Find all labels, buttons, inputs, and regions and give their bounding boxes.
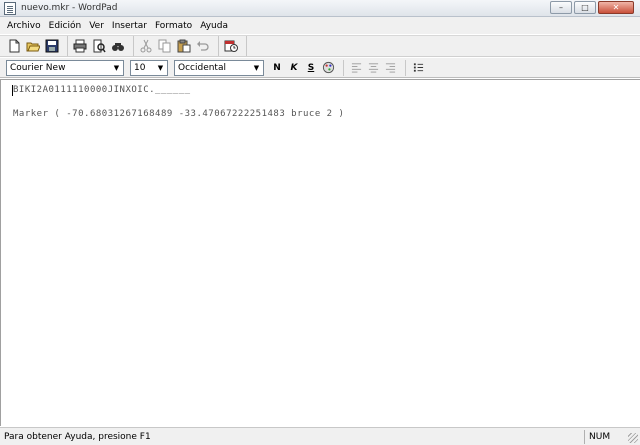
script-value: Occidental [178, 62, 226, 73]
wordpad-document-icon [4, 1, 16, 15]
maximize-button[interactable]: □ [574, 1, 596, 14]
paste-icon[interactable] [176, 38, 192, 54]
print-icon[interactable] [72, 38, 88, 54]
bullets-button[interactable] [411, 60, 425, 76]
insert-date-time-icon[interactable] [223, 38, 239, 54]
open-folder-icon[interactable] [25, 38, 41, 54]
font-name-value: Courier New [10, 62, 66, 73]
chevron-down-icon[interactable]: ▼ [110, 61, 123, 75]
palette-icon [322, 61, 334, 74]
insert-tools-group [223, 36, 247, 56]
bold-button[interactable]: N [270, 60, 284, 76]
chevron-down-icon[interactable]: ▼ [154, 61, 167, 75]
print-preview-icon[interactable] [91, 38, 107, 54]
resize-grip[interactable] [628, 433, 638, 443]
menu-ayuda[interactable]: Ayuda [196, 21, 232, 31]
menu-insertar[interactable]: Insertar [108, 21, 151, 31]
format-bar: Courier New ▼ 10 ▼ Occidental ▼ N K S [0, 58, 640, 78]
status-bar: Para obtener Ayuda, presione F1 NUM [0, 427, 640, 445]
font-size-combo[interactable]: 10 ▼ [130, 59, 168, 76]
find-icon[interactable] [110, 38, 126, 54]
menu-ver[interactable]: Ver [85, 21, 108, 31]
color-button[interactable] [321, 60, 335, 76]
separator [343, 59, 344, 76]
separator [405, 59, 406, 76]
italic-button[interactable]: K [287, 60, 301, 76]
menu-bar: Archivo Edición Ver Insertar Formato Ayu… [0, 17, 640, 34]
align-right-button[interactable] [383, 60, 397, 76]
font-size-value: 10 [134, 62, 146, 73]
cut-icon[interactable] [138, 38, 154, 54]
new-document-icon[interactable] [6, 38, 22, 54]
menu-archivo[interactable]: Archivo [3, 21, 45, 31]
save-icon[interactable] [44, 38, 60, 54]
document-line-2: Marker ( -70.68031267168489 -33.47067222… [13, 109, 345, 119]
align-right-icon [385, 63, 395, 73]
align-left-button[interactable] [349, 60, 363, 76]
window-title: nuevo.mkr - WordPad [21, 3, 118, 13]
font-name-combo[interactable]: Courier New ▼ [6, 59, 124, 76]
copy-icon[interactable] [157, 38, 173, 54]
close-button[interactable]: ✕ [598, 1, 634, 14]
align-center-icon [368, 63, 378, 73]
menu-edicion[interactable]: Edición [45, 21, 86, 31]
menu-formato[interactable]: Formato [151, 21, 196, 31]
window-controls: – □ ✕ [550, 1, 634, 14]
num-lock-indicator: NUM [584, 430, 622, 444]
document-area[interactable]: BIKI2A0111110000JINXOIC.______ Marker ( … [0, 79, 640, 426]
align-center-button[interactable] [366, 60, 380, 76]
status-help-text: Para obtener Ayuda, presione F1 [4, 431, 151, 442]
file-tools-group [6, 36, 68, 56]
undo-icon[interactable] [195, 38, 211, 54]
document-line-1: BIKI2A0111110000JINXOIC.______ [13, 85, 191, 95]
edit-tools-group [138, 36, 219, 56]
script-combo[interactable]: Occidental ▼ [174, 59, 264, 76]
standard-toolbar [0, 35, 640, 57]
chevron-down-icon[interactable]: ▼ [250, 61, 263, 75]
minimize-button[interactable]: – [550, 1, 572, 14]
bullets-icon [413, 63, 423, 72]
print-tools-group [72, 36, 134, 56]
title-bar: nuevo.mkr - WordPad – □ ✕ [0, 0, 640, 17]
align-left-icon [351, 63, 361, 73]
underline-button[interactable]: S [304, 60, 318, 76]
